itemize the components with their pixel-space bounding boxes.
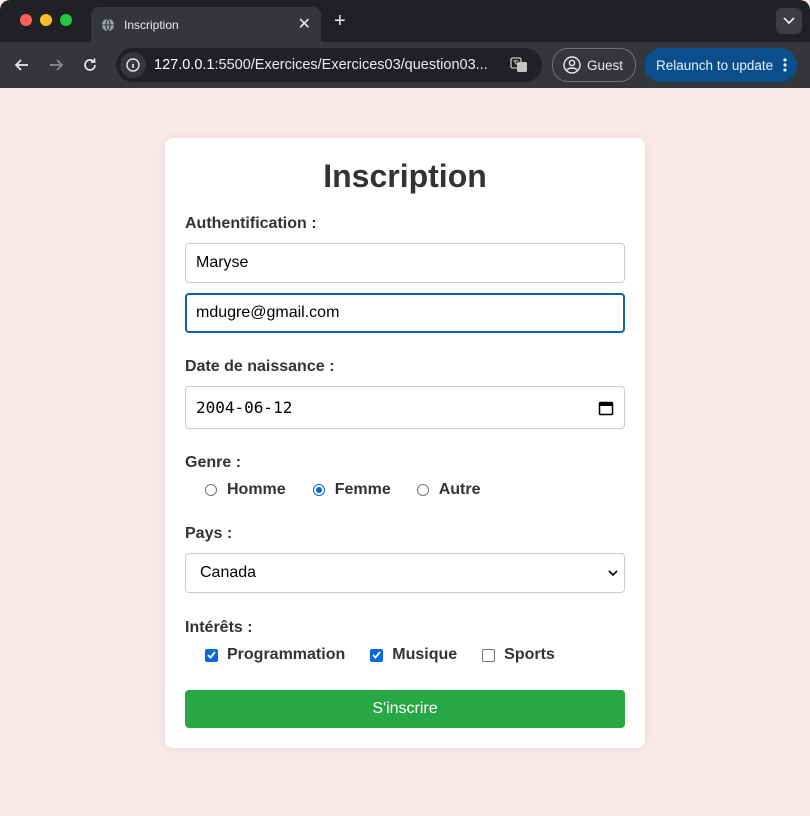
- close-window-button[interactable]: [20, 14, 32, 26]
- form-title: Inscription: [323, 158, 487, 194]
- reload-icon: [84, 58, 96, 71]
- browser-toolbar: 127.0.0.1:5500/Exercices/Exercices03/que…: [0, 42, 810, 88]
- country-select[interactable]: Canada: [185, 553, 625, 593]
- checkbox-programmation-label: Programmation: [227, 646, 346, 663]
- reload-button[interactable]: [78, 53, 102, 77]
- radio-homme[interactable]: [205, 484, 217, 496]
- interests-label: Intérêts :: [185, 619, 253, 636]
- radio-femme-label: Femme: [334, 481, 391, 498]
- chevron-down-icon: [783, 17, 795, 25]
- checkbox-sports-label: Sports: [504, 646, 555, 663]
- relaunch-button[interactable]: Relaunch to update: [644, 48, 798, 82]
- username-input[interactable]: Maryse: [185, 243, 625, 283]
- more-vert-icon[interactable]: [783, 58, 787, 72]
- radio-autre[interactable]: [416, 484, 429, 496]
- back-button[interactable]: [10, 53, 34, 77]
- new-tab-button[interactable]: +: [334, 10, 346, 33]
- gender-label: Genre :: [185, 454, 242, 471]
- url-path: :5500/Exercices/Exercices03/question03..…: [214, 57, 488, 73]
- profile-icon: [563, 56, 581, 74]
- auth-label: Authentification :: [185, 215, 317, 232]
- tab-title: Inscription: [124, 17, 179, 32]
- info-icon: [126, 58, 140, 72]
- tab-search-button[interactable]: [776, 8, 802, 34]
- guest-profile-button[interactable]: Guest: [552, 48, 637, 82]
- gender-options: Homme Femme Autre: [205, 481, 481, 499]
- radio-homme-label: Homme: [227, 481, 286, 498]
- browser-chrome: Inscription ✕ + 127.0.0.1:5500/Exercices…: [0, 0, 810, 88]
- birth-date-value: 2004-06-12: [196, 398, 293, 417]
- radio-femme[interactable]: [312, 484, 325, 496]
- page-content: Inscription Authentification : Maryse md…: [0, 88, 810, 816]
- globe-icon: [101, 18, 115, 31]
- site-info-button[interactable]: [120, 52, 146, 78]
- submit-button[interactable]: S'inscrire: [185, 690, 625, 728]
- url-text: 127.0.0.1:5500/Exercices/Exercices03/que…: [154, 57, 488, 73]
- relaunch-label: Relaunch to update: [656, 57, 774, 73]
- birth-date-label: Date de naissance :: [185, 358, 335, 375]
- signup-form-card: Inscription Authentification : Maryse md…: [165, 138, 645, 748]
- email-input[interactable]: mdugre@gmail.com: [185, 293, 625, 333]
- arrow-left-icon: [14, 59, 28, 71]
- checkbox-programmation[interactable]: [205, 648, 218, 662]
- checkmark-icon: [372, 651, 381, 659]
- country-label: Pays :: [185, 525, 233, 542]
- country-value: Canada: [200, 564, 257, 581]
- window-controls: [20, 14, 72, 26]
- checkbox-musique[interactable]: [370, 648, 384, 662]
- maximize-window-button[interactable]: [60, 14, 72, 26]
- tab-close-icon[interactable]: ✕: [298, 16, 311, 33]
- chevron-down-icon: [608, 569, 618, 576]
- translate-icon[interactable]: [510, 56, 528, 74]
- forward-button[interactable]: [44, 53, 68, 77]
- checkmark-icon: [207, 651, 216, 659]
- calendar-icon[interactable]: [598, 400, 614, 416]
- interest-options: Programmation Musique Sports: [205, 646, 555, 664]
- guest-label: Guest: [587, 57, 624, 73]
- birth-date-input[interactable]: 2004-06-12: [185, 386, 625, 429]
- checkbox-musique-label: Musique: [392, 646, 458, 663]
- address-bar[interactable]: 127.0.0.1:5500/Exercices/Exercices03/que…: [116, 48, 542, 82]
- tab-inscription[interactable]: Inscription ✕: [91, 7, 321, 42]
- radio-autre-label: Autre: [438, 481, 481, 498]
- checkbox-sports[interactable]: [482, 648, 496, 662]
- arrow-right-icon: [50, 59, 64, 71]
- url-host: 127.0.0.1: [154, 57, 215, 73]
- minimize-window-button[interactable]: [40, 14, 52, 26]
